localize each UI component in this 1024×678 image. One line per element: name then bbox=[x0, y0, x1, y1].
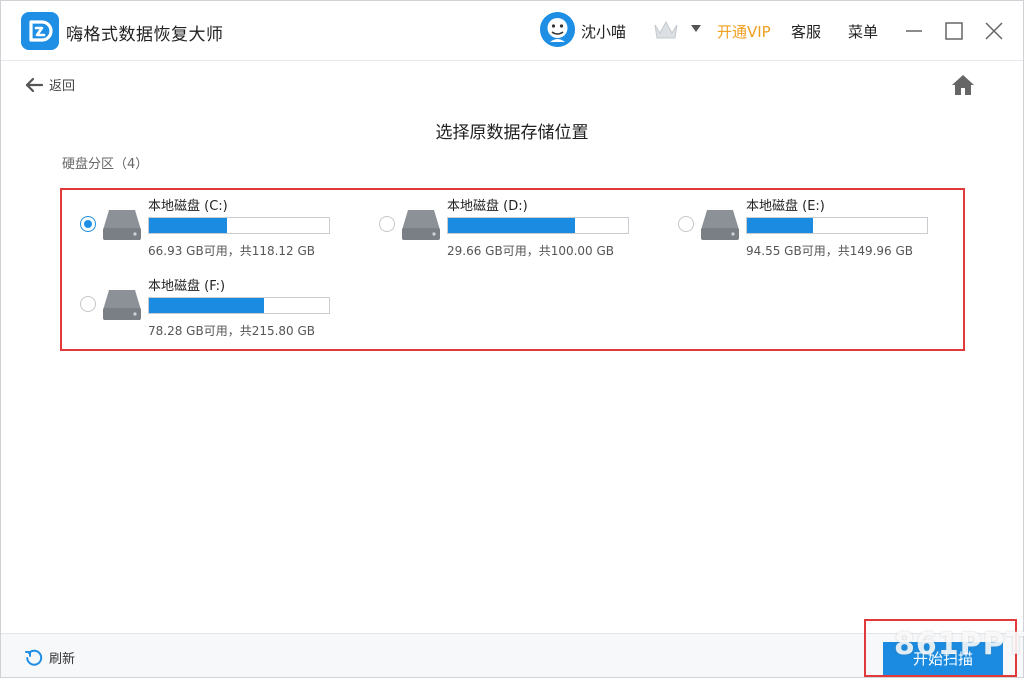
arrow-left-icon bbox=[25, 77, 43, 92]
username[interactable]: 沈小喵 bbox=[581, 21, 626, 42]
drive-info: 29.66 GB可用，共100.00 GB bbox=[447, 244, 615, 258]
drive-name: 本地磁盘 (D:) bbox=[447, 199, 528, 214]
drive-usage-bar bbox=[746, 217, 928, 234]
minimize-icon bbox=[906, 30, 922, 32]
crown-icon[interactable] bbox=[653, 19, 679, 45]
drive-item-e[interactable]: 本地磁盘 (E:) 94.55 GB可用，共149.96 GB bbox=[660, 190, 928, 258]
refresh-icon bbox=[25, 649, 43, 666]
drive-usage-bar bbox=[148, 297, 330, 314]
drive-usage-fill bbox=[448, 218, 575, 233]
drive-radio[interactable] bbox=[379, 216, 395, 232]
home-button[interactable] bbox=[951, 74, 975, 100]
minimize-button[interactable] bbox=[899, 16, 929, 46]
back-label: 返回 bbox=[49, 79, 76, 94]
drive-list: 本地磁盘 (C:) 66.93 GB可用，共118.12 GB 本地磁盘 (D:… bbox=[60, 188, 965, 351]
drive-name: 本地磁盘 (F:) bbox=[148, 279, 226, 294]
drive-name: 本地磁盘 (E:) bbox=[746, 199, 825, 214]
drive-radio[interactable] bbox=[678, 216, 694, 232]
drive-usage-bar bbox=[447, 217, 629, 234]
close-button[interactable] bbox=[979, 16, 1009, 46]
section-label: 硬盘分区（4） bbox=[62, 157, 149, 172]
title-bar: 嗨格式数据恢复大师 沈小喵 开通VIP 客服 菜单 bbox=[1, 1, 1023, 61]
drive-name: 本地磁盘 (C:) bbox=[148, 199, 228, 214]
menu-link[interactable]: 菜单 bbox=[848, 21, 878, 42]
home-icon bbox=[952, 75, 974, 95]
drive-usage-fill bbox=[149, 298, 264, 313]
page-title: 选择原数据存储位置 bbox=[435, 123, 589, 143]
drive-usage-fill bbox=[747, 218, 814, 233]
avatar[interactable] bbox=[540, 12, 575, 47]
start-scan-button[interactable]: 开始扫描 bbox=[883, 642, 1003, 675]
hard-disk-icon bbox=[103, 210, 141, 240]
refresh-button[interactable]: 刷新 bbox=[25, 648, 75, 667]
vip-link[interactable]: 开通VIP bbox=[717, 21, 771, 42]
drive-usage-fill bbox=[149, 218, 227, 233]
app-window: 嗨格式数据恢复大师 沈小喵 开通VIP 客服 菜单 返回 选择原数据存储位置 硬… bbox=[0, 0, 1024, 678]
service-link[interactable]: 客服 bbox=[791, 21, 821, 42]
drive-item-f[interactable]: 本地磁盘 (F:) 78.28 GB可用，共215.80 GB bbox=[62, 270, 330, 338]
hard-disk-icon bbox=[103, 290, 141, 320]
close-icon bbox=[985, 22, 1003, 40]
drive-info: 78.28 GB可用，共215.80 GB bbox=[148, 324, 316, 338]
back-button[interactable]: 返回 bbox=[25, 75, 75, 94]
drive-info: 66.93 GB可用，共118.12 GB bbox=[148, 244, 316, 258]
drive-item-c[interactable]: 本地磁盘 (C:) 66.93 GB可用，共118.12 GB bbox=[62, 190, 330, 258]
app-logo-icon bbox=[21, 12, 59, 50]
hard-disk-icon bbox=[701, 210, 739, 240]
drive-item-d[interactable]: 本地磁盘 (D:) 29.66 GB可用，共100.00 GB bbox=[361, 190, 629, 258]
drive-info: 94.55 GB可用，共149.96 GB bbox=[746, 244, 914, 258]
refresh-label: 刷新 bbox=[49, 652, 76, 667]
maximize-icon bbox=[945, 22, 963, 40]
drive-radio[interactable] bbox=[80, 216, 96, 232]
app-title: 嗨格式数据恢复大师 bbox=[66, 25, 224, 45]
drive-usage-bar bbox=[148, 217, 330, 234]
maximize-button[interactable] bbox=[939, 16, 969, 46]
hard-disk-icon bbox=[402, 210, 440, 240]
chevron-down-icon[interactable] bbox=[691, 25, 701, 32]
drive-radio[interactable] bbox=[80, 296, 96, 312]
